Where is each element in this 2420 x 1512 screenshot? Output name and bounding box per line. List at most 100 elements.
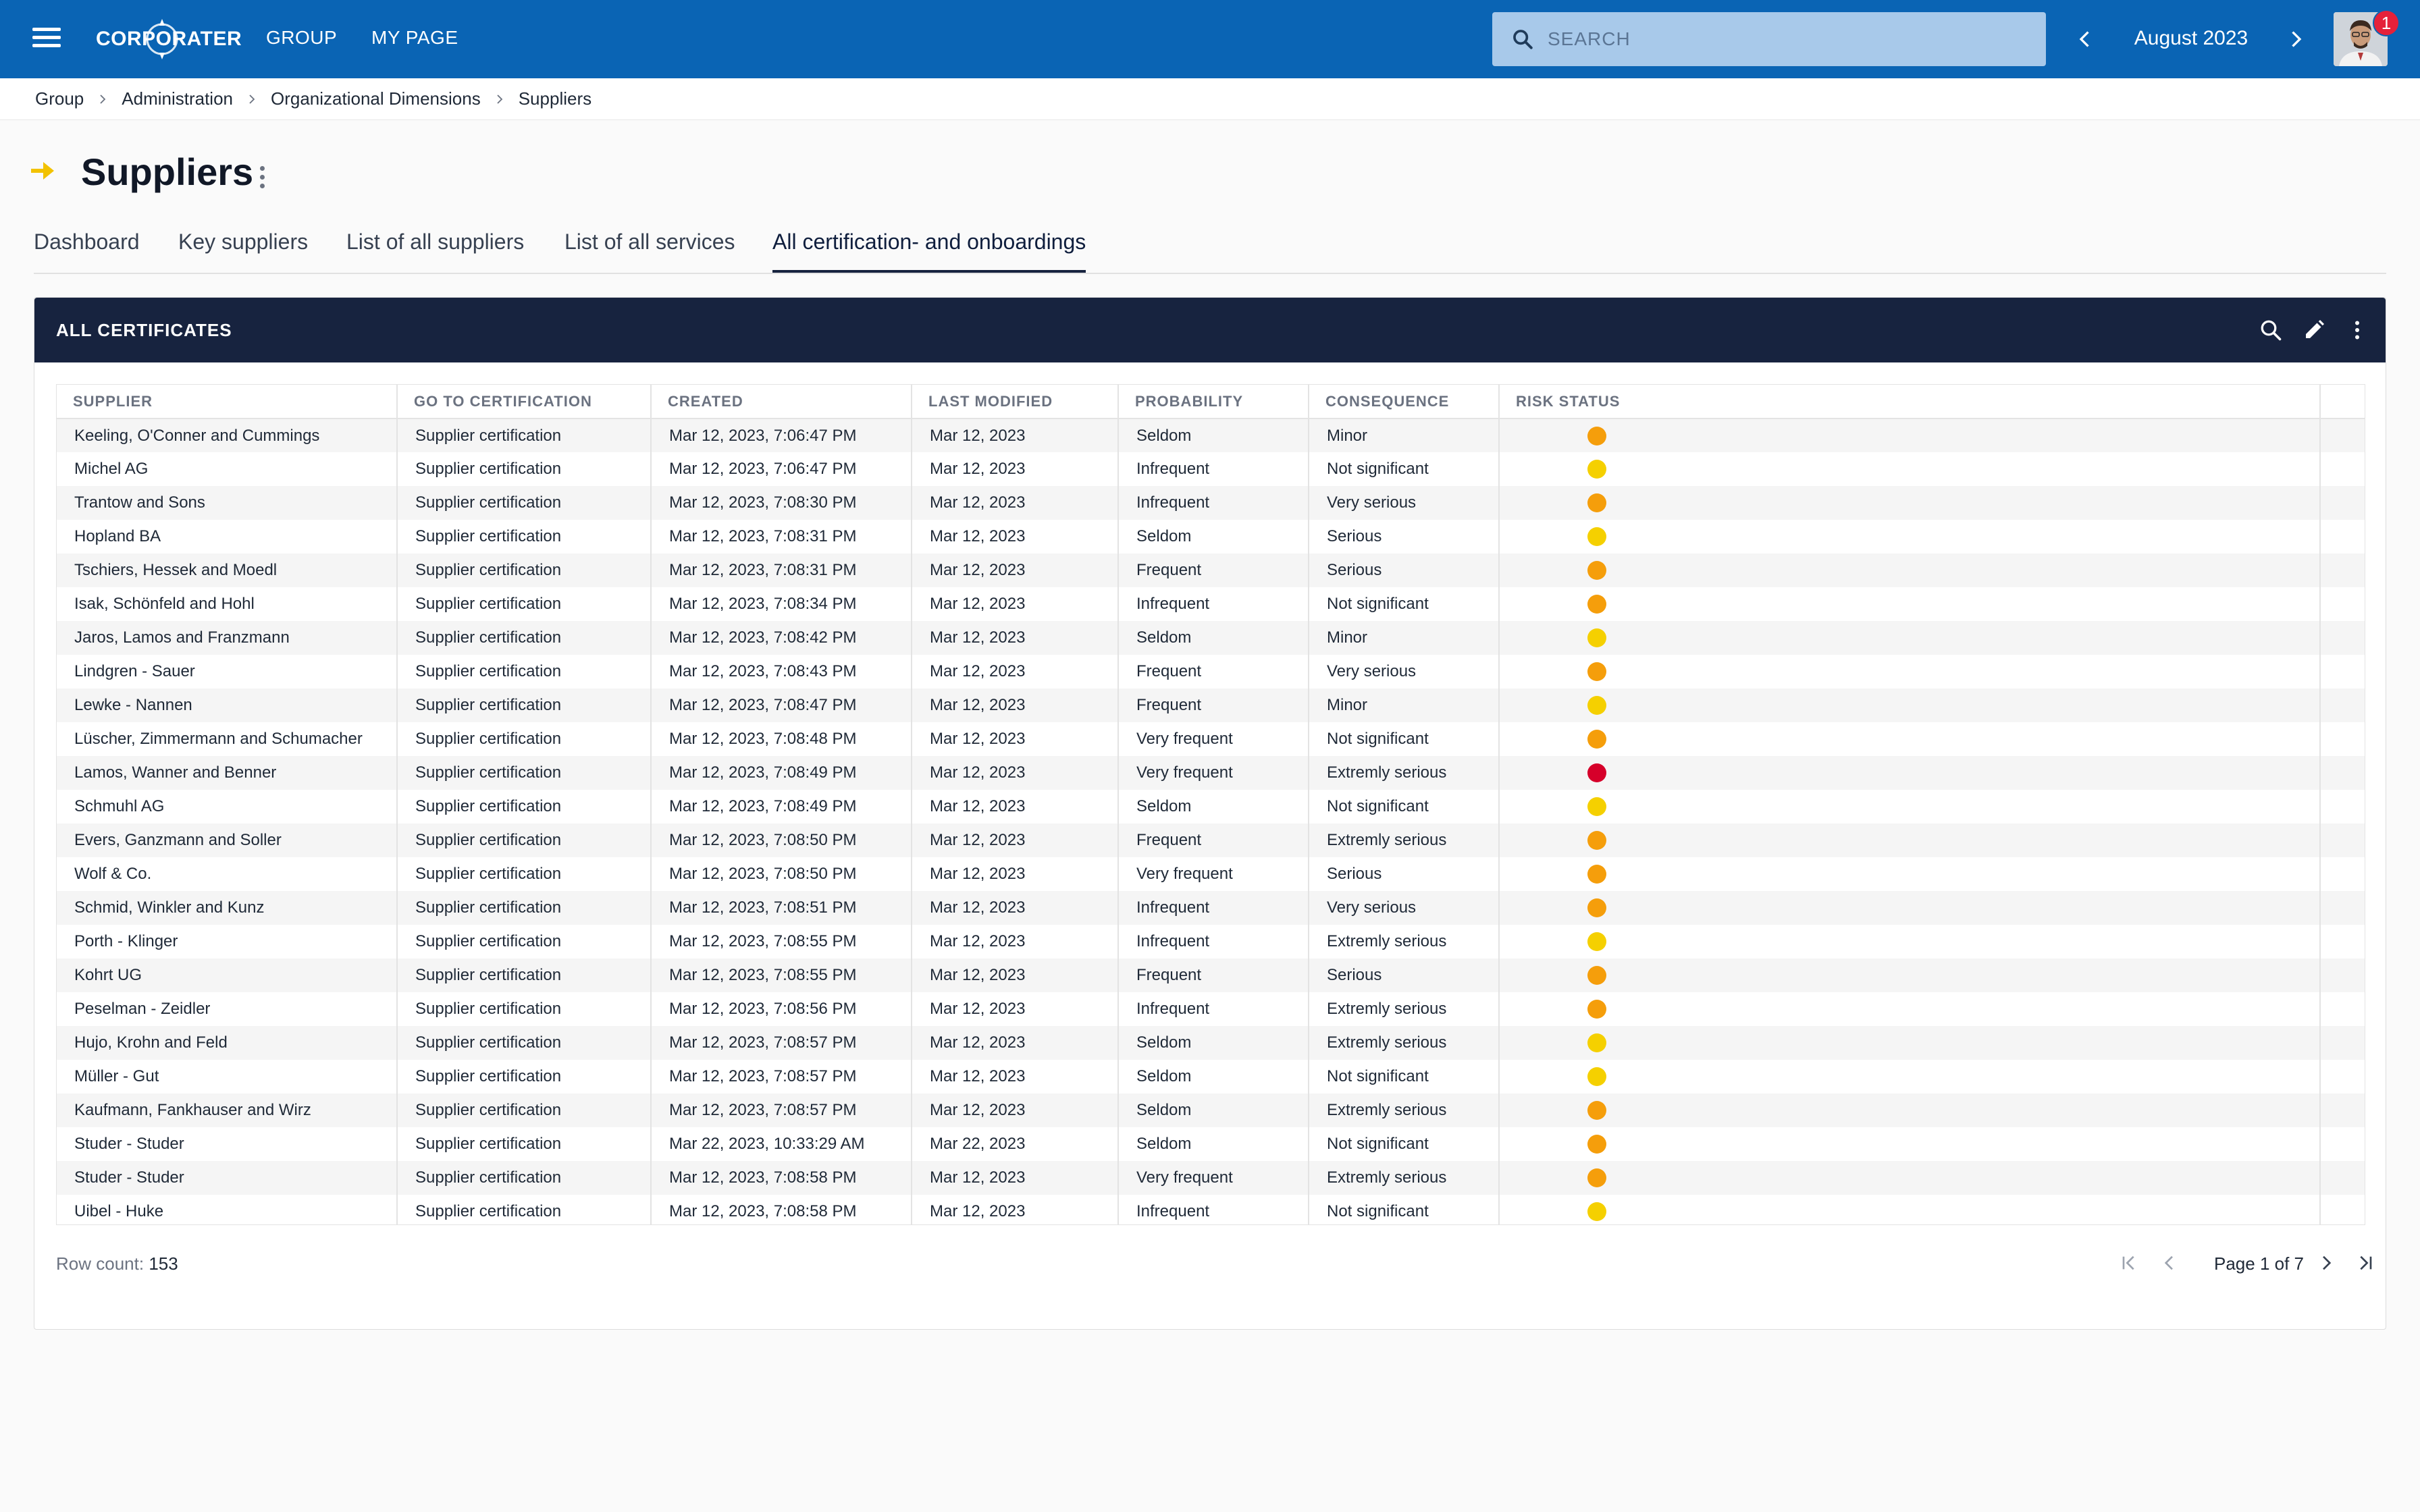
risk-status-cell <box>1499 1094 2321 1127</box>
panel-edit-icon[interactable] <box>2302 318 2326 342</box>
table-row[interactable]: Studer - Studer Supplier certification Mar… <box>57 1127 2365 1161</box>
certification-link[interactable]: Supplier certification <box>397 1127 652 1161</box>
probability-cell: Seldom <box>1118 418 1309 452</box>
page-more-options-icon[interactable] <box>254 162 270 192</box>
probability-cell: Very frequent <box>1118 756 1309 790</box>
table-row[interactable]: Michel AG Supplier certification Mar 12, 2… <box>57 452 2365 486</box>
certification-link[interactable]: Supplier certification <box>397 1195 652 1224</box>
table-row[interactable]: Isak, Schönfeld and Hohl Supplier certifi… <box>57 587 2365 621</box>
column-header-consequence[interactable]: CONSEQUENCE <box>1309 385 1500 419</box>
table-row[interactable]: Müller - Gut Supplier certification Mar 12… <box>57 1060 2365 1094</box>
table-row[interactable]: Tschiers, Hessek and Moedl Supplier certi… <box>57 554 2365 587</box>
last-page-icon[interactable] <box>2355 1252 2376 1274</box>
table-row[interactable]: Hujo, Krohn and Feld Supplier certificati… <box>57 1026 2365 1060</box>
certification-link[interactable]: Supplier certification <box>397 418 652 452</box>
certification-link[interactable]: Supplier certification <box>397 790 652 824</box>
certification-link[interactable]: Supplier certification <box>397 925 652 959</box>
tab-key-suppliers[interactable]: Key suppliers <box>178 230 308 273</box>
certification-link[interactable]: Supplier certification <box>397 1026 652 1060</box>
table-row[interactable]: Studer - Studer Supplier certification Mar… <box>57 1161 2365 1195</box>
table-row[interactable]: Lewke - Nannen Supplier certification Mar … <box>57 688 2365 722</box>
table-row[interactable]: Evers, Ganzmann and Soller Supplier certi… <box>57 824 2365 857</box>
certification-link[interactable]: Supplier certification <box>397 655 652 688</box>
certification-link[interactable]: Supplier certification <box>397 587 652 621</box>
notification-badge[interactable]: 1 <box>2373 9 2400 36</box>
table-row[interactable]: Peselman - Zeidler Supplier certification… <box>57 992 2365 1026</box>
created-cell: Mar 12, 2023, 7:08:30 PM <box>651 486 912 520</box>
certification-link[interactable]: Supplier certification <box>397 959 652 992</box>
probability-cell: Seldom <box>1118 1026 1309 1060</box>
table-row[interactable]: Schmuhl AG Supplier certification Mar 12, … <box>57 790 2365 824</box>
tab-dashboard[interactable]: Dashboard <box>34 230 140 273</box>
certification-link[interactable]: Supplier certification <box>397 722 652 756</box>
nav-group[interactable]: GROUP <box>266 27 337 49</box>
certification-link[interactable]: Supplier certification <box>397 688 652 722</box>
certification-link[interactable]: Supplier certification <box>397 756 652 790</box>
risk-status-dot-icon <box>1587 865 1606 884</box>
table-row[interactable]: Schmid, Winkler and Kunz Supplier certifi… <box>57 891 2365 925</box>
period-prev-chevron-icon[interactable] <box>2073 27 2097 51</box>
table-row[interactable]: Kohrt UG Supplier certification Mar 12, 20… <box>57 959 2365 992</box>
table-row[interactable]: Hopland BA Supplier certification Mar 12, … <box>57 520 2365 554</box>
table-row[interactable]: Lüscher, Zimmermann and Schumacher Suppli… <box>57 722 2365 756</box>
certification-link[interactable]: Supplier certification <box>397 992 652 1026</box>
tab-list-of-all-suppliers[interactable]: List of all suppliers <box>346 230 524 273</box>
breadcrumb-suppliers[interactable]: Suppliers <box>519 88 591 109</box>
column-header-last-modified[interactable]: LAST MODIFIED <box>912 385 1119 419</box>
last-modified-cell: Mar 12, 2023 <box>912 688 1119 722</box>
certification-link[interactable]: Supplier certification <box>397 554 652 587</box>
consequence-cell: Very serious <box>1309 891 1500 925</box>
breadcrumb-organizational-dimensions[interactable]: Organizational Dimensions <box>271 88 481 109</box>
last-modified-cell: Mar 12, 2023 <box>912 824 1119 857</box>
previous-page-icon[interactable] <box>2159 1252 2180 1274</box>
hamburger-menu-icon[interactable] <box>30 23 63 55</box>
certification-link[interactable]: Supplier certification <box>397 452 652 486</box>
next-page-icon[interactable] <box>2315 1252 2337 1274</box>
column-header-created[interactable]: CREATED <box>651 385 912 419</box>
last-modified-cell: Mar 22, 2023 <box>912 1127 1119 1161</box>
certification-link[interactable]: Supplier certification <box>397 1094 652 1127</box>
certification-link[interactable]: Supplier certification <box>397 1060 652 1094</box>
table-row[interactable]: Uibel - Huke Supplier certification Mar 12… <box>57 1195 2365 1224</box>
certification-link[interactable]: Supplier certification <box>397 857 652 891</box>
table-row[interactable]: Wolf & Co. Supplier certification Mar 12, … <box>57 857 2365 891</box>
panel-search-icon[interactable] <box>2259 318 2283 342</box>
scroll-gutter-cell <box>2319 621 2365 655</box>
tab-list-of-all-services[interactable]: List of all services <box>564 230 735 273</box>
table-row[interactable]: Trantow and Sons Supplier certification Ma… <box>57 486 2365 520</box>
breadcrumb-administration[interactable]: Administration <box>122 88 233 109</box>
created-cell: Mar 12, 2023, 7:08:51 PM <box>651 891 912 925</box>
first-page-icon[interactable] <box>2118 1252 2140 1274</box>
table-row[interactable]: Lamos, Wanner and Benner Supplier certifi… <box>57 756 2365 790</box>
period-label[interactable]: August 2023 <box>2107 27 2276 50</box>
panel-more-options-icon[interactable] <box>2345 318 2369 342</box>
consequence-cell: Not significant <box>1309 452 1500 486</box>
column-header-go-to-certification[interactable]: GO TO CERTIFICATION <box>397 385 652 419</box>
table-row[interactable]: Jaros, Lamos and Franzmann Supplier certi… <box>57 621 2365 655</box>
search-box[interactable] <box>1492 12 2046 66</box>
table-row[interactable]: Porth - Klinger Supplier certification Mar… <box>57 925 2365 959</box>
column-header-risk-status[interactable]: RISK STATUS <box>1499 385 2321 419</box>
table-row[interactable]: Lindgren - Sauer Supplier certification Ma… <box>57 655 2365 688</box>
certification-link[interactable]: Supplier certification <box>397 891 652 925</box>
search-input[interactable] <box>1548 28 2020 50</box>
scroll-gutter-cell <box>2319 857 2365 891</box>
certification-link[interactable]: Supplier certification <box>397 520 652 554</box>
column-header-supplier[interactable]: SUPPLIER <box>57 385 398 419</box>
certification-link[interactable]: Supplier certification <box>397 824 652 857</box>
certification-link[interactable]: Supplier certification <box>397 621 652 655</box>
tab-all-certification-and-onboardings[interactable]: All certification- and onboardings <box>772 230 1086 273</box>
supplier-cell: Schmuhl AG <box>57 790 398 824</box>
risk-status-cell <box>1499 824 2321 857</box>
breadcrumb-group[interactable]: Group <box>35 88 84 109</box>
column-header-probability[interactable]: PROBABILITY <box>1118 385 1309 419</box>
risk-status-cell <box>1499 486 2321 520</box>
certification-link[interactable]: Supplier certification <box>397 1161 652 1195</box>
table-row[interactable]: Keeling, O'Conner and Cummings Supplier c… <box>57 418 2365 452</box>
corporater-logo[interactable]: CORPORATER <box>96 19 242 59</box>
table-row[interactable]: Kaufmann, Fankhauser and Wirz Supplier ce… <box>57 1094 2365 1127</box>
certification-link[interactable]: Supplier certification <box>397 486 652 520</box>
nav-my-page[interactable]: MY PAGE <box>371 27 458 49</box>
breadcrumb: Group Administration Organizational Dime… <box>0 78 2420 120</box>
period-next-chevron-icon[interactable] <box>2284 27 2308 51</box>
